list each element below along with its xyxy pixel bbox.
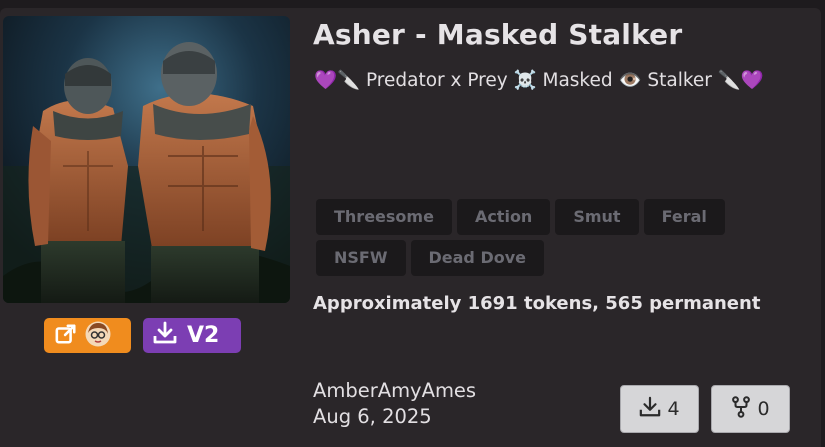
character-title: Asher - Masked Stalker xyxy=(313,18,683,51)
creator-avatar-icon xyxy=(85,321,111,351)
tag-threesome[interactable]: Threesome xyxy=(316,199,452,235)
character-tagline: 💜🔪 Predator x Prey ☠️ Masked 👁️ Stalker … xyxy=(314,70,764,91)
external-link-icon xyxy=(55,323,77,349)
open-link-button[interactable] xyxy=(44,318,131,353)
download-icon xyxy=(639,396,661,423)
tag-list: Threesome Action Smut Feral NSFW Dead Do… xyxy=(316,199,736,276)
fork-count: 0 xyxy=(757,398,770,420)
tag-feral[interactable]: Feral xyxy=(643,199,725,235)
tag-action[interactable]: Action xyxy=(456,199,551,235)
fork-icon xyxy=(731,395,751,423)
tag-dead-dove[interactable]: Dead Dove xyxy=(410,240,545,276)
publish-date: Aug 6, 2025 xyxy=(313,405,432,428)
token-count: Approximately 1691 tokens, 565 permanent xyxy=(313,293,761,314)
download-icon xyxy=(153,321,177,351)
fork-count-button[interactable]: 0 xyxy=(711,385,790,433)
download-count-button[interactable]: 4 xyxy=(620,385,699,433)
download-count: 4 xyxy=(667,398,680,420)
author-link[interactable]: AmberAmyAmes xyxy=(313,379,476,402)
download-v2-button[interactable]: V2 xyxy=(143,318,241,353)
tag-smut[interactable]: Smut xyxy=(555,199,639,235)
tag-nsfw[interactable]: NSFW xyxy=(316,240,406,276)
download-version-label: V2 xyxy=(187,323,220,348)
character-image[interactable] xyxy=(3,16,290,303)
